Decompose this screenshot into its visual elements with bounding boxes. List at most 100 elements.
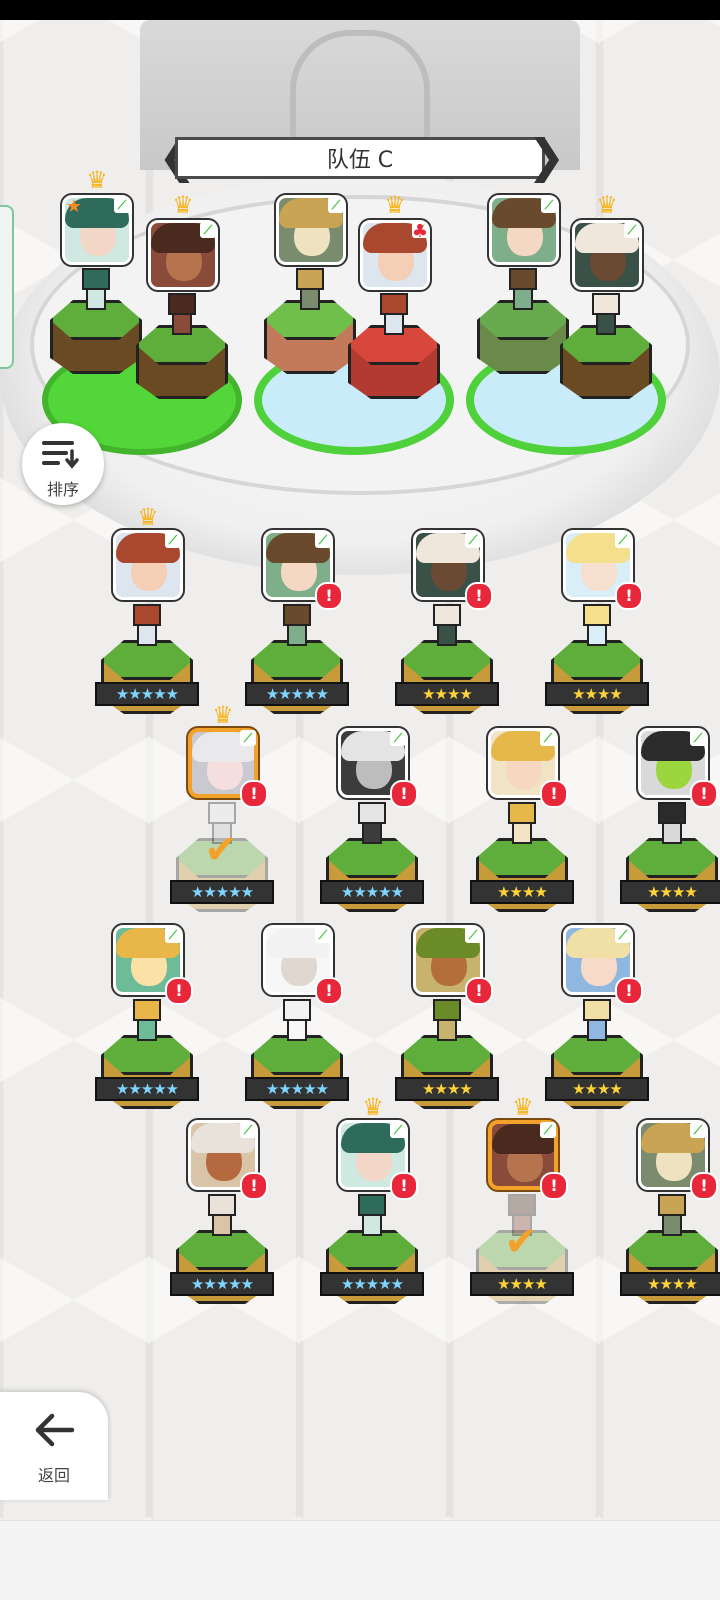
- roster-character-13-sprite: [204, 1194, 240, 1238]
- team-3-member-1-leaf-icon: ⟋: [541, 197, 557, 213]
- sort-button[interactable]: 排序: [22, 423, 104, 505]
- roster-character-9-sprite-body: [137, 1019, 157, 1041]
- team-3-member-1-sprite-body: [513, 288, 533, 310]
- roster-character-16-alert-icon: !: [690, 1172, 718, 1200]
- system-nav-bar: [0, 1520, 720, 1600]
- roster-character-14-alert-icon: !: [390, 1172, 418, 1200]
- roster-character-8-star-rating: ★★★★: [620, 880, 720, 904]
- roster-character-10-sprite-body: [287, 1019, 307, 1041]
- roster-character-16-sprite: [654, 1194, 690, 1238]
- roster-character-13-sprite-head: [208, 1194, 236, 1216]
- team-1-member-2-sprite-head: [168, 293, 196, 315]
- roster-character-10-alert-icon: !: [315, 977, 343, 1005]
- chevron-right-icon[interactable]: ❯: [527, 133, 566, 183]
- roster-character-2-leaf-icon: ⟋: [315, 532, 331, 548]
- team-1-member-2-sprite: [164, 293, 200, 337]
- roster-character-11-sprite-head: [433, 999, 461, 1021]
- arrow-left-icon: [35, 1413, 75, 1447]
- roster-character-4-sprite: [579, 604, 615, 648]
- roster-character-7-star-rating: ★★★★: [470, 880, 574, 904]
- roster-character-14-sprite-body: [362, 1214, 382, 1236]
- roster-character-5-sprite-head: [208, 802, 236, 824]
- team-2-member-1-sprite: [292, 268, 328, 312]
- roster-character-13-star-rating: ★★★★★: [170, 1272, 274, 1296]
- roster-character-5-checkmark-icon: ✔: [204, 827, 238, 873]
- roster-character-2-sprite: [279, 604, 315, 648]
- team-3-member-2-sprite-head: [592, 293, 620, 315]
- roster-character-12-sprite-body: [587, 1019, 607, 1041]
- roster-character-15-star-rating: ★★★★: [470, 1272, 574, 1296]
- back-label: 返回: [37, 1466, 70, 1485]
- roster-character-12-leaf-icon: ⟋: [615, 927, 631, 943]
- roster-character-11-alert-icon: !: [465, 977, 493, 1005]
- roster-character-1-sprite: [129, 604, 165, 648]
- roster-character-9-star-rating: ★★★★★: [95, 1077, 199, 1101]
- roster-character-11-star-rating: ★★★★: [395, 1077, 499, 1101]
- roster-character-6-star-rating: ★★★★★: [320, 880, 424, 904]
- roster-character-4-leaf-icon: ⟋: [615, 532, 631, 548]
- roster-character-1-star-rating: ★★★★★: [95, 682, 199, 706]
- team-2-member-2-sprite-body: [384, 313, 404, 335]
- game-screen: ❮ 队伍 C ❯ ⟋♛★⟋♛⟋⟋♛♣⟋⟋♛ ★★★★★⟋♛★★★★★⟋!★★★★…: [0, 0, 720, 1600]
- roster-character-1-sprite-head: [133, 604, 161, 626]
- roster-character-4-sprite-body: [587, 624, 607, 646]
- roster-character-8-sprite-body: [662, 822, 682, 844]
- roster-character-15-sprite-head: [508, 1194, 536, 1216]
- roster-character-7-sprite-body: [512, 822, 532, 844]
- team-1-member-2-sprite-body: [172, 313, 192, 335]
- roster-character-10-leaf-icon: ⟋: [315, 927, 331, 943]
- roster-character-16-sprite-body: [662, 1214, 682, 1236]
- roster-character-7-sprite: [504, 802, 540, 846]
- team-1-member-1-sprite-head: [82, 268, 110, 290]
- roster-character-11-sprite: [429, 999, 465, 1043]
- roster-character-5-alert-icon: !: [240, 780, 268, 808]
- roster-character-11-leaf-icon: ⟋: [465, 927, 481, 943]
- roster-character-8-alert-icon: !: [690, 780, 718, 808]
- roster-character-3-alert-icon: !: [465, 582, 493, 610]
- team-1-member-2-crown-icon: ♛: [172, 191, 194, 219]
- team-2-member-1-leaf-icon: ⟋: [328, 197, 344, 213]
- roster-character-6-sprite: [354, 802, 390, 846]
- roster-character-3-star-rating: ★★★★: [395, 682, 499, 706]
- arena-emblem: [290, 30, 430, 150]
- side-drawer-handle[interactable]: [0, 205, 14, 369]
- roster-character-9-sprite-head: [133, 999, 161, 1021]
- roster-character-3-sprite-head: [433, 604, 461, 626]
- roster-character-6-alert-icon: !: [390, 780, 418, 808]
- roster-character-12-alert-icon: !: [615, 977, 643, 1005]
- team-2-member-2-sprite-head: [380, 293, 408, 315]
- roster-character-13-alert-icon: !: [240, 1172, 268, 1200]
- roster-character-14-leaf-icon: ⟋: [390, 1122, 406, 1138]
- roster-character-12-star-rating: ★★★★: [545, 1077, 649, 1101]
- roster-character-9-leaf-icon: ⟋: [165, 927, 181, 943]
- sort-label: 排序: [46, 480, 79, 499]
- team-2-member-1-sprite-head: [296, 268, 324, 290]
- team-2-member-1-sprite-body: [300, 288, 320, 310]
- roster-character-5-leaf-icon: ⟋: [240, 730, 256, 746]
- back-button[interactable]: 返回: [0, 1392, 108, 1500]
- roster-character-2-sprite-head: [283, 604, 311, 626]
- roster-character-12-sprite-head: [583, 999, 611, 1021]
- roster-character-5-star-rating: ★★★★★: [170, 880, 274, 904]
- roster-character-16-sprite-head: [658, 1194, 686, 1216]
- roster-character-10-sprite: [279, 999, 315, 1043]
- team-3-member-2-sprite: [588, 293, 624, 337]
- roster-character-2-alert-icon: !: [315, 582, 343, 610]
- roster-character-4-alert-icon: !: [615, 582, 643, 610]
- team-3-member-2-sprite-body: [596, 313, 616, 335]
- roster-character-1-crown-icon: ♛: [137, 503, 159, 531]
- roster-character-14-crown-icon: ♛: [362, 1093, 384, 1121]
- roster-character-7-sprite-head: [508, 802, 536, 824]
- roster-character-14-sprite: [354, 1194, 390, 1238]
- roster-character-10-star-rating: ★★★★★: [245, 1077, 349, 1101]
- roster-character-8-sprite-head: [658, 802, 686, 824]
- roster-character-15-leaf-icon: ⟋: [540, 1122, 556, 1138]
- roster-character-1-sprite-body: [137, 624, 157, 646]
- team-1-member-1-leaf-icon: ⟋: [114, 197, 130, 213]
- team-3-member-1-sprite: [505, 268, 541, 312]
- roster-character-8-leaf-icon: ⟋: [690, 730, 706, 746]
- team-1-member-1-crown-icon: ♛: [86, 166, 108, 194]
- roster-character-3-sprite-body: [437, 624, 457, 646]
- team-2-member-2-element-icon: ♣: [411, 221, 429, 242]
- roster-character-13-sprite-body: [212, 1214, 232, 1236]
